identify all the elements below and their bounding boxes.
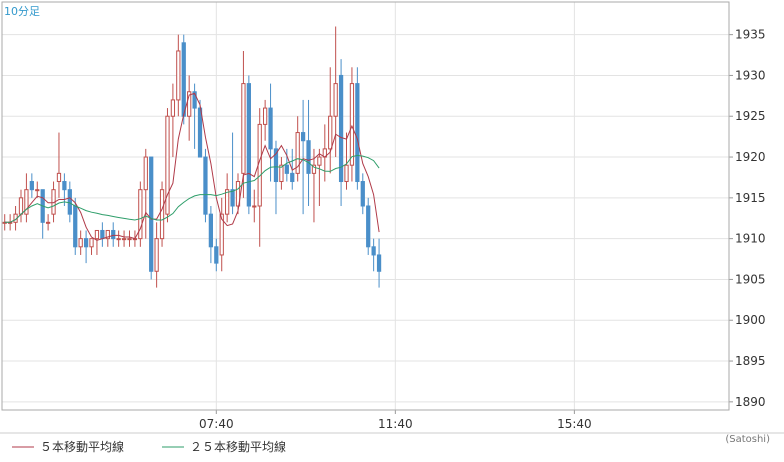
x-tick-label: 15:40 [557, 417, 592, 431]
candle-body [18, 197, 24, 215]
candle-body [268, 107, 273, 150]
legend-label: ２５本移動平均線 [190, 439, 286, 454]
candle-body [83, 238, 89, 248]
candle-body [263, 107, 268, 125]
candle-body [176, 50, 181, 101]
candle-body [230, 189, 235, 207]
candle [349, 67, 355, 182]
candle-body [181, 42, 186, 117]
candle [159, 181, 165, 247]
candle-body [349, 83, 355, 166]
candle-body [290, 172, 295, 183]
candle [355, 67, 360, 190]
candle-body [366, 205, 371, 248]
y-tick-label: 1910 [735, 232, 766, 246]
candle-body [67, 189, 72, 215]
candle-body [214, 246, 219, 264]
y-tick-label: 1915 [735, 191, 766, 205]
candle-body [197, 107, 203, 158]
candle-body [62, 181, 67, 191]
candle-body [306, 140, 311, 174]
y-tick-label: 1935 [735, 28, 766, 42]
candle [203, 148, 208, 223]
candle-body [170, 99, 176, 117]
candle-body [127, 238, 132, 241]
candle-body [89, 238, 94, 248]
timeframe-label: 10分足 [4, 5, 40, 18]
x-tick-label: 11:40 [378, 417, 413, 431]
candlestick-chart: 1890 1895 1900 1905 1910 1915 1920 1925 1930 1935… [0, 0, 784, 462]
candle-body [73, 205, 78, 248]
y-tick-label: 1890 [735, 395, 766, 409]
candle [197, 99, 203, 158]
candle-body [149, 156, 154, 272]
candle-body [355, 83, 360, 183]
candle-body [154, 238, 159, 272]
candle-body [208, 213, 214, 248]
credit-label: (Satoshi) [725, 434, 770, 445]
candle-body [29, 181, 34, 191]
chart-root: 1890 1895 1900 1905 1910 1915 1920 1925 1930 1935… [0, 0, 784, 462]
candle-body [241, 83, 246, 174]
candle-body [111, 229, 116, 240]
candle-body [317, 156, 322, 166]
candle-body [35, 189, 40, 192]
legend-label: ５本移動平均線 [40, 439, 124, 454]
candle-body [300, 132, 306, 142]
candle-body [143, 156, 148, 191]
candle-body [165, 115, 170, 215]
chart-background [0, 0, 784, 462]
candle-body [203, 156, 208, 215]
candle-body [246, 83, 251, 207]
candle [366, 197, 371, 255]
y-tick-label: 1920 [735, 150, 766, 164]
y-tick-label: 1905 [735, 272, 766, 286]
candle-body [45, 221, 51, 224]
candle-body [376, 254, 382, 272]
y-tick-label: 1895 [735, 354, 766, 368]
y-tick-label: 1925 [735, 109, 766, 123]
candle-body [159, 189, 165, 240]
candle-body [338, 74, 344, 183]
candle-body [56, 172, 62, 183]
candle [246, 75, 251, 215]
candle-body [360, 181, 365, 207]
candle-body [116, 238, 121, 241]
candle [165, 108, 170, 223]
candle-body [371, 246, 376, 256]
candle-body [94, 229, 100, 240]
candle-body [100, 229, 105, 240]
candle-body [284, 164, 289, 174]
candle-body [252, 205, 257, 208]
candle-body [344, 164, 349, 183]
candle-body [333, 83, 338, 117]
candle-body [78, 238, 83, 248]
candle [138, 181, 143, 247]
candle-body [328, 115, 333, 150]
x-tick-label: 07:40 [199, 417, 234, 431]
candle-body [121, 238, 127, 241]
y-tick-label: 1900 [735, 313, 766, 327]
candle-body [225, 189, 230, 215]
y-tick-label: 1930 [735, 68, 766, 82]
